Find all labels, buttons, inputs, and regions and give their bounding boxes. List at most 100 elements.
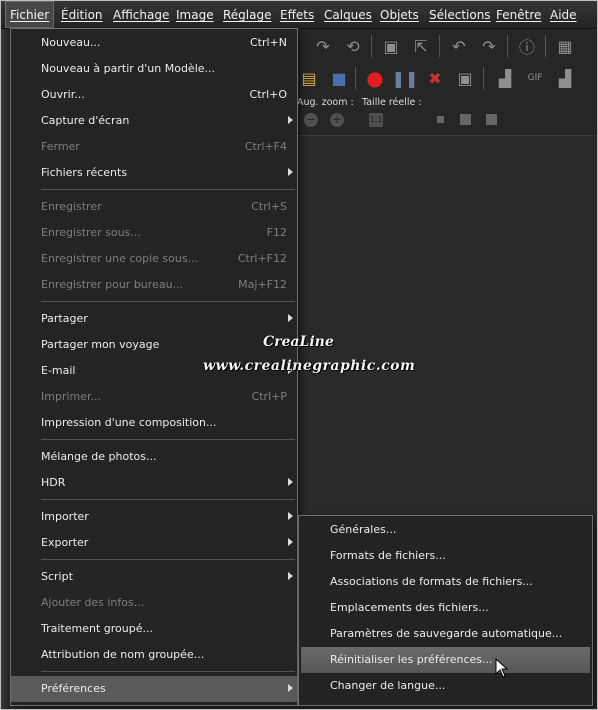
menu-item-label: Enregistrer pour bureau... bbox=[41, 278, 184, 291]
menu-item-hdr[interactable]: HDR bbox=[11, 470, 297, 496]
submenu-item-label: Paramètres de sauvegarde automatique... bbox=[330, 627, 563, 640]
forward-icon[interactable]: ↷ bbox=[479, 36, 499, 56]
submenu-arrow-icon bbox=[288, 538, 293, 546]
menu-item-nouveau[interactable]: Nouveau... Ctrl+N bbox=[11, 30, 297, 56]
menu-item-enregistrer-copie: Enregistrer une copie sous... Ctrl+F12 bbox=[11, 246, 297, 272]
submenu-item-reinitialiser-preferences[interactable]: Réinitialiser les préférences... bbox=[301, 647, 590, 673]
submenu-item-label: Changer de langue... bbox=[330, 679, 446, 692]
menu-separator bbox=[41, 671, 295, 672]
menu-item-enregistrer: Enregistrer Ctrl+S bbox=[11, 194, 297, 220]
submenu-item-emplacements-fichiers[interactable]: Emplacements des fichiers... bbox=[299, 595, 592, 621]
menu-image[interactable]: Image bbox=[172, 1, 218, 28]
menu-aide[interactable]: Aide bbox=[546, 1, 581, 28]
menu-item-label: Importer bbox=[41, 510, 89, 523]
menu-edition[interactable]: Édition bbox=[57, 1, 107, 28]
toolbar-divider bbox=[371, 35, 372, 57]
menu-item-shortcut: Maj+F12 bbox=[238, 278, 287, 291]
toolbar-divider bbox=[355, 67, 356, 89]
menu-item-label: Partager mon voyage bbox=[41, 338, 160, 351]
menu-item-attribution-nom-groupee[interactable]: Attribution de nom groupée... bbox=[11, 642, 297, 668]
open-script-icon[interactable]: ▤ bbox=[299, 68, 319, 88]
redo-icon[interactable]: ↷ bbox=[313, 36, 333, 56]
menu-item-partager[interactable]: Partager bbox=[11, 306, 297, 332]
menu-selections[interactable]: Sélections bbox=[425, 1, 495, 28]
submenu-arrow-icon bbox=[288, 314, 293, 322]
submenu-item-formats-fichiers[interactable]: Formats de fichiers... bbox=[299, 543, 592, 569]
fit-small-icon[interactable] bbox=[437, 116, 444, 123]
menu-item-shortcut: Ctrl+N bbox=[249, 36, 287, 49]
menu-item-traitement-groupe[interactable]: Traitement groupé... bbox=[11, 616, 297, 642]
menu-item-fichiers-recents[interactable]: Fichiers récents bbox=[11, 160, 297, 186]
menu-item-label: Enregistrer une copie sous... bbox=[41, 252, 199, 265]
zoom-out-icon[interactable]: − bbox=[304, 113, 318, 127]
menu-item-shortcut: Ctrl+O bbox=[249, 88, 287, 101]
submenu-arrow-icon bbox=[288, 168, 293, 176]
scan-icon[interactable]: ▣ bbox=[381, 36, 401, 56]
zoom-in-icon[interactable]: + bbox=[330, 113, 344, 127]
menu-item-shortcut: Ctrl+S bbox=[251, 200, 287, 213]
menu-objets[interactable]: Objets bbox=[376, 1, 423, 28]
menu-item-shortcut: Ctrl+F4 bbox=[244, 140, 287, 153]
gif-icon[interactable]: GIF bbox=[525, 68, 545, 88]
menu-item-ouvrir[interactable]: Ouvrir... Ctrl+O bbox=[11, 82, 297, 108]
menu-bar: Fichier Édition Affichage Image Réglage … bbox=[1, 1, 597, 29]
menu-effets[interactable]: Effets bbox=[276, 1, 318, 28]
cancel-icon[interactable]: ✖ bbox=[425, 68, 445, 88]
menu-item-impression-composition[interactable]: Impression d'une composition... bbox=[11, 410, 297, 436]
submenu-item-changer-langue[interactable]: Changer de langue... bbox=[299, 673, 592, 699]
submenu-arrow-icon bbox=[288, 512, 293, 520]
refresh-icon[interactable]: ⟲ bbox=[343, 36, 363, 56]
menu-item-label: Partager bbox=[41, 312, 88, 325]
menu-item-melange-photos[interactable]: Mélange de photos... bbox=[11, 444, 297, 470]
menu-item-importer[interactable]: Importer bbox=[11, 504, 297, 530]
submenu-arrow-icon bbox=[288, 478, 293, 486]
submenu-item-associations-formats[interactable]: Associations de formats de fichiers... bbox=[299, 569, 592, 595]
menu-fichier[interactable]: Fichier bbox=[5, 1, 55, 28]
menu-item-label: Imprimer... bbox=[41, 390, 102, 403]
toolbar-divider bbox=[545, 35, 546, 57]
menu-item-nouveau-modele[interactable]: Nouveau à partir d'un Modèle... bbox=[11, 56, 297, 82]
menu-item-label: Ajouter des infos... bbox=[41, 596, 145, 609]
calendar-icon[interactable]: ▦ bbox=[555, 36, 575, 56]
menu-item-label: Traitement groupé... bbox=[41, 622, 153, 635]
menu-fenetre[interactable]: Fenêtre bbox=[492, 1, 545, 28]
undo-icon[interactable]: ↶ bbox=[449, 36, 469, 56]
submenu-item-label: Formats de fichiers... bbox=[330, 549, 446, 562]
menu-item-exporter[interactable]: Exporter bbox=[11, 530, 297, 556]
submenu-item-label: Réinitialiser les préférences... bbox=[330, 653, 493, 666]
menu-item-partager-voyage[interactable]: Partager mon voyage bbox=[11, 332, 297, 358]
batch-icon[interactable]: ▟ bbox=[555, 68, 575, 88]
menu-item-label: Nouveau à partir d'un Modèle... bbox=[41, 62, 216, 75]
info-icon[interactable]: ⓘ bbox=[517, 36, 537, 57]
menu-item-ajouter-infos: Ajouter des infos... bbox=[11, 590, 297, 616]
menu-item-label: Capture d'écran bbox=[41, 114, 130, 127]
menu-item-capture-ecran[interactable]: Capture d'écran bbox=[11, 108, 297, 134]
resize-icon[interactable]: ⇱ bbox=[411, 36, 431, 56]
menu-item-label: Attribution de nom groupée... bbox=[41, 648, 205, 661]
submenu-item-label: Associations de formats de fichiers... bbox=[330, 575, 533, 588]
menu-calques[interactable]: Calques bbox=[320, 1, 376, 28]
menu-item-script[interactable]: Script bbox=[11, 564, 297, 590]
menu-item-label: Exporter bbox=[41, 536, 89, 549]
fit-window-icon[interactable] bbox=[460, 114, 471, 125]
fit-full-icon[interactable] bbox=[486, 114, 497, 125]
menu-item-label: Préférences bbox=[41, 682, 106, 695]
submenu-item-sauvegarde-auto[interactable]: Paramètres de sauvegarde automatique... bbox=[299, 621, 592, 647]
menu-item-preferences[interactable]: Préférences bbox=[11, 676, 297, 702]
save-script-icon[interactable]: ▣ bbox=[455, 68, 475, 88]
pause-icon[interactable]: ❚❚ bbox=[392, 68, 419, 88]
record-icon[interactable]: ● bbox=[365, 66, 385, 90]
submenu-item-generales[interactable]: Générales... bbox=[299, 517, 592, 543]
menu-affichage[interactable]: Affichage bbox=[109, 1, 173, 28]
preferences-submenu: Générales... Formats de fichiers... Asso… bbox=[298, 515, 593, 706]
menu-item-fermer: Fermer Ctrl+F4 bbox=[11, 134, 297, 160]
watermark-brand: CreaLine bbox=[263, 334, 334, 350]
app-window: Fichier Édition Affichage Image Réglage … bbox=[0, 0, 598, 710]
menu-separator bbox=[41, 189, 295, 190]
menu-item-label: Fichiers récents bbox=[41, 166, 128, 179]
stop-square-icon[interactable]: ■ bbox=[329, 68, 349, 88]
zoom-in-label: Aug. zoom : bbox=[297, 97, 354, 108]
menu-reglage[interactable]: Réglage bbox=[219, 1, 276, 28]
actual-size-icon[interactable]: 1:1 bbox=[369, 113, 383, 127]
run-script-icon[interactable]: ▟ bbox=[495, 68, 515, 88]
